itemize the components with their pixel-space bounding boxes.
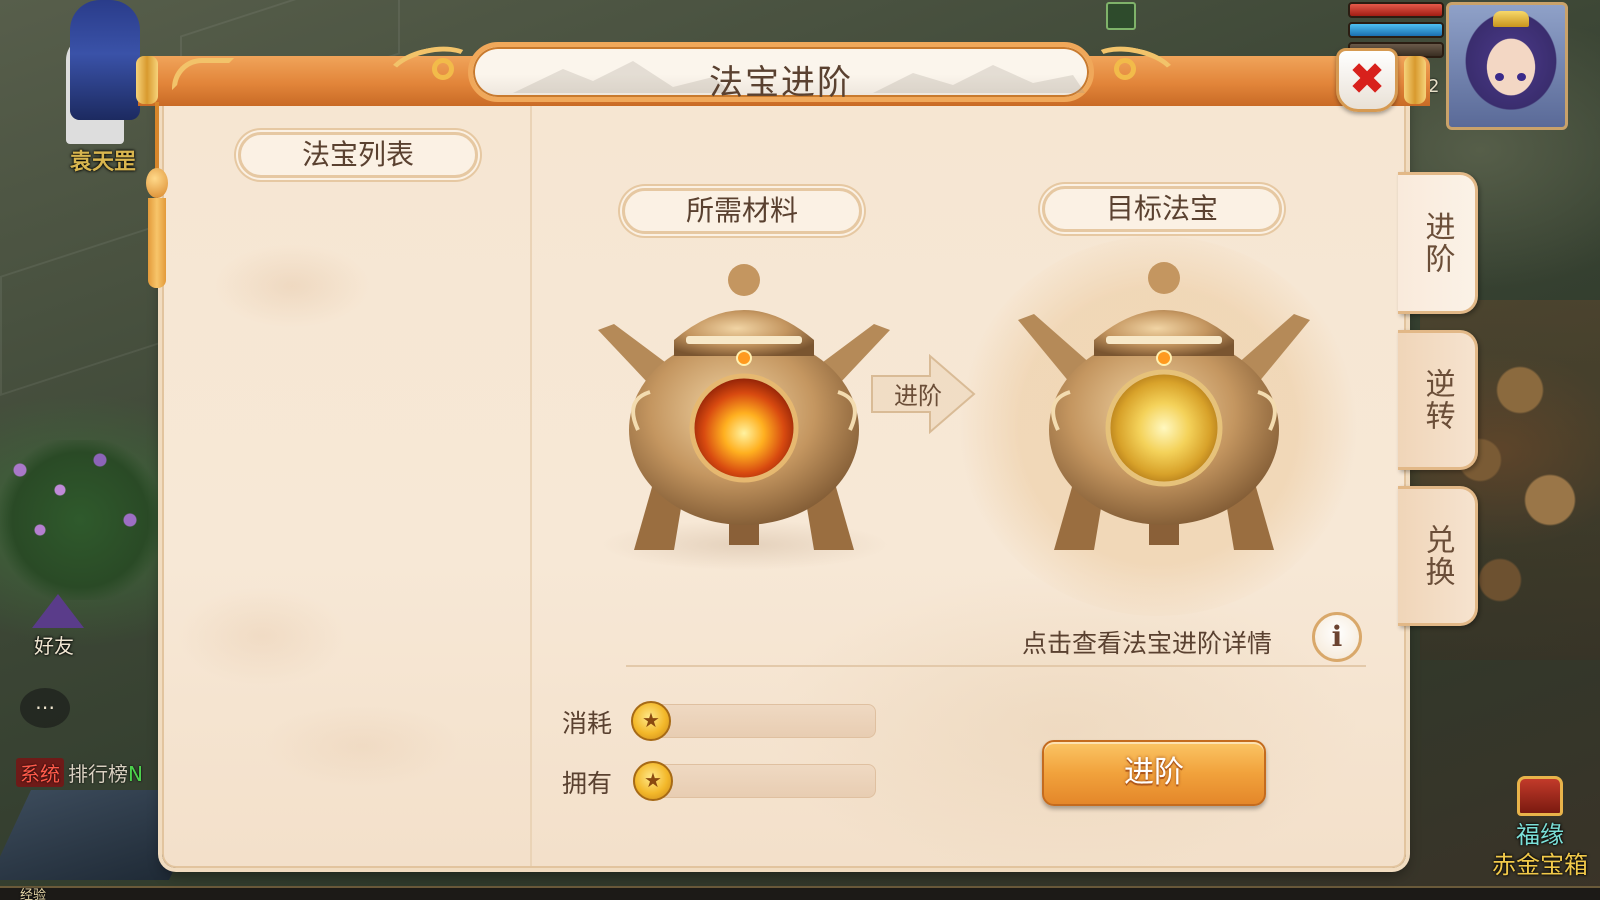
advance-details-link[interactable]: 点击查看法宝进阶详情 [1022,624,1272,660]
experience-bar: 经验 [0,886,1600,900]
event-chest-button[interactable]: 福缘 赤金宝箱 [1492,776,1588,880]
chat-bubble-icon[interactable]: ⋯ [20,688,70,728]
friends-button[interactable]: 好友 [22,594,92,664]
header-rod-right [1404,56,1426,104]
system-suffix: N [128,762,143,786]
avatar-eye [1495,73,1504,81]
advance-arrow: 进阶 [870,353,980,435]
experience-label: 经验 [20,888,47,900]
material-cauldron-icon[interactable] [594,260,894,570]
mp-bar [1348,22,1444,38]
treasure-list-panel[interactable] [162,106,532,866]
system-tag: 系统 [16,758,64,787]
tab-advance-label: 进阶 [1419,211,1455,275]
tab-exchange-label: 兑换 [1419,524,1455,588]
close-button[interactable]: ✖ [1336,48,1398,112]
tab-exchange[interactable]: 兑换 [1398,486,1478,626]
friends-label: 好友 [34,634,74,658]
target-cauldron-icon[interactable] [1014,250,1314,560]
event-line2: 赤金宝箱 [1492,851,1588,879]
coin-icon: ★ [633,761,673,801]
owned-label: 拥有 [562,769,613,798]
advance-button[interactable]: 进阶 [1042,740,1266,806]
player-avatar[interactable] [1446,2,1568,130]
owned-field [648,764,876,798]
section-divider [626,665,1366,667]
system-message[interactable]: 系统 排行榜N [16,758,143,787]
required-materials-title: 所需材料 [622,188,862,234]
hp-bar [1348,2,1444,18]
header-rod-left [136,56,158,104]
npc-sprite[interactable] [70,0,140,120]
npc-name-label: 袁天罡 [70,150,137,175]
coin-icon: ★ [631,701,671,741]
close-icon: ✖ [1348,54,1386,105]
treasure-chest-icon [1517,776,1563,816]
tab-reverse[interactable]: 逆转 [1398,330,1478,470]
system-text: 排行榜 [68,762,128,786]
tab-advance[interactable]: 进阶 [1398,172,1478,314]
floor-tile [0,224,160,396]
target-treasure-title: 目标法宝 [1042,186,1282,232]
title-plaque: 法宝进阶 [468,42,1094,103]
title-swirl-left [432,58,454,80]
treasure-list-title: 法宝列表 [238,132,478,178]
advance-arrow-label: 进阶 [894,382,942,410]
minimap-icon[interactable] [1106,2,1136,30]
cost-label: 消耗 [562,709,613,738]
avatar-eye [1517,73,1526,81]
tab-reverse-label: 逆转 [1419,368,1455,432]
flower-bed [0,440,160,600]
title-swirl-right [1114,58,1136,80]
crown-icon [1493,11,1529,27]
event-line1: 福缘 [1516,821,1564,849]
info-icon[interactable]: i [1312,612,1362,662]
cost-field [648,704,876,738]
friends-hat-icon [32,594,84,628]
panel-title: 法宝进阶 [709,63,853,103]
